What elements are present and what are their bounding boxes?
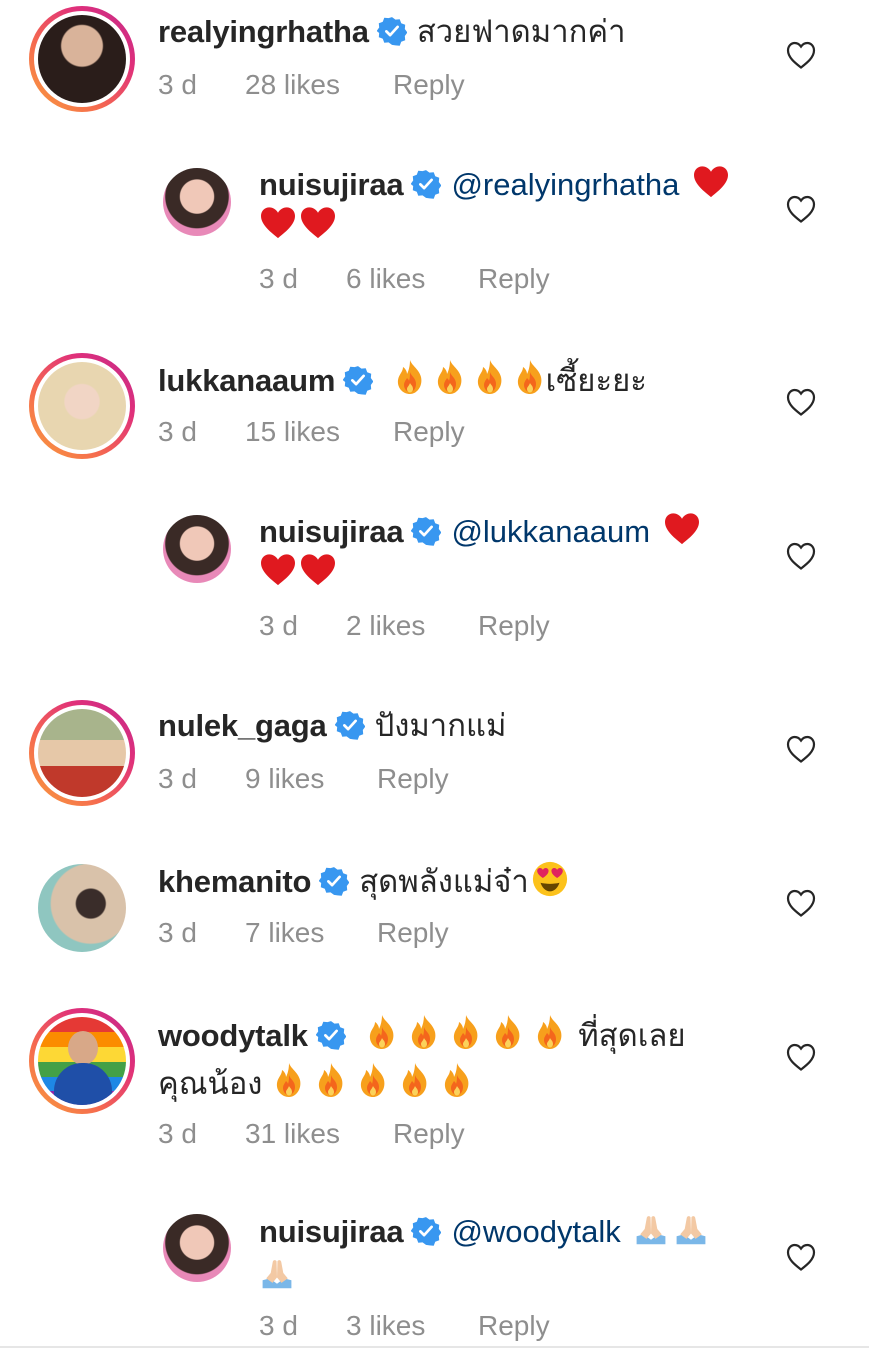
verified-badge-icon bbox=[411, 516, 441, 546]
fire-emoji bbox=[534, 1014, 566, 1050]
reply-button[interactable]: Reply bbox=[377, 917, 449, 949]
red-heart-emoji bbox=[663, 512, 701, 546]
like-count[interactable]: 9 likes bbox=[245, 763, 324, 795]
fire-emoji bbox=[394, 359, 426, 395]
heart-outline-icon[interactable] bbox=[786, 1243, 816, 1271]
comment-time: 3 d bbox=[259, 610, 298, 641]
comment-username[interactable]: realyingrhatha bbox=[158, 14, 369, 49]
folded-hands-emoji bbox=[673, 1212, 709, 1246]
avatar[interactable] bbox=[38, 864, 126, 952]
fire-emoji bbox=[408, 1014, 440, 1050]
avatar[interactable] bbox=[38, 1017, 126, 1105]
comment-text: ปังมากแม่ bbox=[374, 708, 507, 743]
reply-button[interactable]: Reply bbox=[478, 263, 550, 295]
like-count[interactable]: 2 likes bbox=[346, 610, 425, 642]
comment-mention[interactable]: @woodytalk bbox=[451, 1214, 620, 1249]
verified-badge-icon bbox=[411, 1216, 441, 1246]
comment-time: 3 d bbox=[259, 1310, 298, 1341]
fire-emoji bbox=[450, 1014, 482, 1050]
comment-time: 3 d bbox=[259, 263, 298, 294]
avatar[interactable] bbox=[163, 1214, 231, 1282]
fire-emoji bbox=[399, 1062, 431, 1098]
divider bbox=[0, 1346, 869, 1348]
heart-outline-icon[interactable] bbox=[786, 388, 816, 416]
red-heart-emoji bbox=[692, 165, 730, 199]
reply-button[interactable]: Reply bbox=[393, 416, 465, 448]
comment-username[interactable]: nuisujiraa bbox=[259, 167, 404, 202]
red-heart-emoji bbox=[259, 553, 297, 587]
heart-outline-icon[interactable] bbox=[786, 542, 816, 570]
comment-text: ที่สุดเลย bbox=[578, 1018, 686, 1053]
story-ring[interactable] bbox=[29, 353, 135, 459]
folded-hands-emoji bbox=[633, 1212, 669, 1246]
verified-badge-icon bbox=[316, 1020, 346, 1050]
heart-outline-icon[interactable] bbox=[786, 735, 816, 763]
comment-username[interactable]: nuisujiraa bbox=[259, 514, 404, 549]
heart-outline-icon[interactable] bbox=[786, 889, 816, 917]
like-count[interactable]: 15 likes bbox=[245, 416, 340, 448]
reply-button[interactable]: Reply bbox=[478, 1310, 550, 1342]
comment-username[interactable]: nulek_gaga bbox=[158, 708, 327, 743]
comment-text: สวยฟาดมากค่า bbox=[416, 14, 626, 49]
reply-button[interactable]: Reply bbox=[478, 610, 550, 642]
verified-badge-icon bbox=[343, 365, 373, 395]
fire-emoji bbox=[474, 359, 506, 395]
reply-button[interactable]: Reply bbox=[393, 69, 465, 101]
avatar[interactable] bbox=[38, 15, 126, 103]
comment-username[interactable]: nuisujiraa bbox=[259, 1214, 404, 1249]
comment-username[interactable]: khemanito bbox=[158, 864, 311, 899]
comment-time: 3 d bbox=[158, 763, 197, 794]
reply-button[interactable]: Reply bbox=[377, 763, 449, 795]
avatar[interactable] bbox=[38, 362, 126, 450]
comment-text-line2: คุณน้อง bbox=[158, 1066, 263, 1101]
red-heart-emoji bbox=[259, 206, 297, 240]
comment-username[interactable]: lukkanaaum bbox=[158, 363, 335, 398]
folded-hands-emoji bbox=[259, 1256, 295, 1290]
comment-time: 3 d bbox=[158, 69, 197, 100]
like-count[interactable]: 6 likes bbox=[346, 263, 425, 295]
comment-text: เซี้ยะยะ bbox=[545, 363, 647, 398]
like-count[interactable]: 7 likes bbox=[245, 917, 324, 949]
reply-button[interactable]: Reply bbox=[393, 1118, 465, 1150]
like-count[interactable]: 31 likes bbox=[245, 1118, 340, 1150]
story-ring[interactable] bbox=[29, 700, 135, 806]
fire-emoji bbox=[441, 1062, 473, 1098]
avatar[interactable] bbox=[163, 168, 231, 236]
heart-eyes-emoji bbox=[531, 860, 569, 898]
comment-time: 3 d bbox=[158, 1118, 197, 1149]
heart-outline-icon[interactable] bbox=[786, 1043, 816, 1071]
fire-emoji bbox=[366, 1014, 398, 1050]
like-count[interactable]: 28 likes bbox=[245, 69, 340, 101]
story-ring[interactable] bbox=[29, 6, 135, 112]
comment-time: 3 d bbox=[158, 416, 197, 447]
comment-mention[interactable]: @realyingrhatha bbox=[451, 167, 679, 202]
like-count[interactable]: 3 likes bbox=[346, 1310, 425, 1342]
comment-mention[interactable]: @lukkanaaum bbox=[451, 514, 650, 549]
verified-badge-icon bbox=[411, 169, 441, 199]
fire-emoji bbox=[357, 1062, 389, 1098]
fire-emoji bbox=[273, 1062, 305, 1098]
comment-time: 3 d bbox=[158, 917, 197, 948]
fire-emoji bbox=[492, 1014, 524, 1050]
verified-badge-icon bbox=[319, 866, 349, 896]
verified-badge-icon bbox=[335, 710, 365, 740]
fire-emoji bbox=[514, 359, 546, 395]
verified-badge-icon bbox=[377, 16, 407, 46]
story-ring[interactable] bbox=[29, 1008, 135, 1114]
comment-text: สุดพลังแม่จ๋า bbox=[359, 864, 529, 899]
heart-outline-icon[interactable] bbox=[786, 41, 816, 69]
red-heart-emoji bbox=[299, 553, 337, 587]
fire-emoji bbox=[315, 1062, 347, 1098]
fire-emoji bbox=[434, 359, 466, 395]
avatar[interactable] bbox=[163, 515, 231, 583]
heart-outline-icon[interactable] bbox=[786, 195, 816, 223]
red-heart-emoji bbox=[299, 206, 337, 240]
avatar[interactable] bbox=[38, 709, 126, 797]
comment-username[interactable]: woodytalk bbox=[158, 1018, 308, 1053]
